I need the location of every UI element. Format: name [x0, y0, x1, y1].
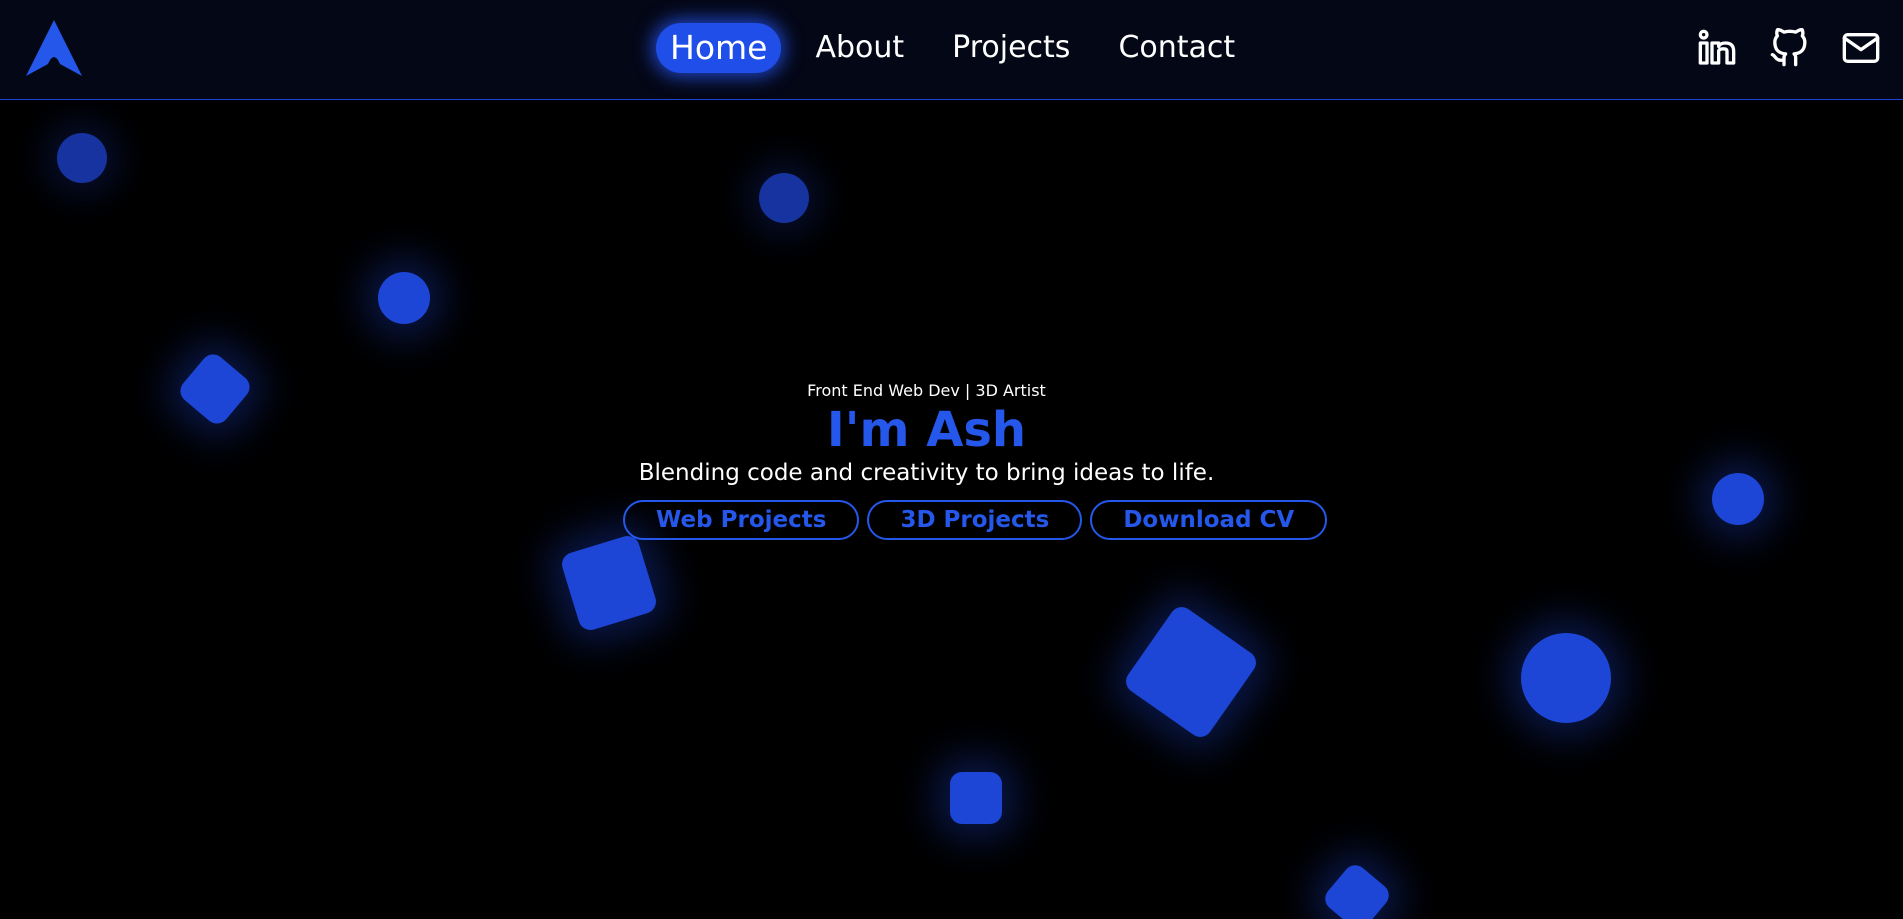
- hero: Front End Web Dev | 3D Artist I'm Ash Bl…: [0, 380, 1903, 488]
- nav-link-contact[interactable]: Contact: [1104, 23, 1249, 73]
- decorative-circle: [378, 272, 430, 324]
- decorative-circle: [759, 173, 809, 223]
- nav-link-home[interactable]: Home: [656, 23, 782, 73]
- nav-links: Home About Projects Contact: [656, 22, 1269, 74]
- decorative-square: [1320, 860, 1394, 919]
- hero-tagline: Front End Web Dev | 3D Artist: [807, 381, 1046, 400]
- social-links: [1667, 26, 1883, 70]
- web-projects-button[interactable]: Web Projects: [623, 500, 860, 540]
- linkedin-icon[interactable]: [1695, 26, 1739, 70]
- decorative-square: [559, 533, 659, 633]
- page: Home About Projects Contact Front End We…: [0, 0, 1903, 919]
- navbar: Home About Projects Contact: [0, 0, 1903, 100]
- 3d-projects-button[interactable]: 3D Projects: [867, 500, 1083, 540]
- nav-link-projects[interactable]: Projects: [938, 23, 1084, 73]
- logo-icon[interactable]: [26, 20, 82, 76]
- nav-link-about[interactable]: About: [801, 23, 918, 73]
- hero-title: I'm Ash: [826, 402, 1027, 458]
- download-cv-button[interactable]: Download CV: [1090, 500, 1328, 540]
- hero-buttons: Web Projects 3D Projects Download CV: [623, 500, 1335, 540]
- decorative-square: [950, 772, 1002, 824]
- github-icon[interactable]: [1767, 26, 1811, 70]
- decorative-circle: [57, 133, 107, 183]
- decorative-square: [1121, 602, 1261, 742]
- mail-icon[interactable]: [1839, 26, 1883, 70]
- hero-subtitle: Blending code and creativity to bring id…: [638, 460, 1215, 486]
- decorative-circle: [1521, 633, 1611, 723]
